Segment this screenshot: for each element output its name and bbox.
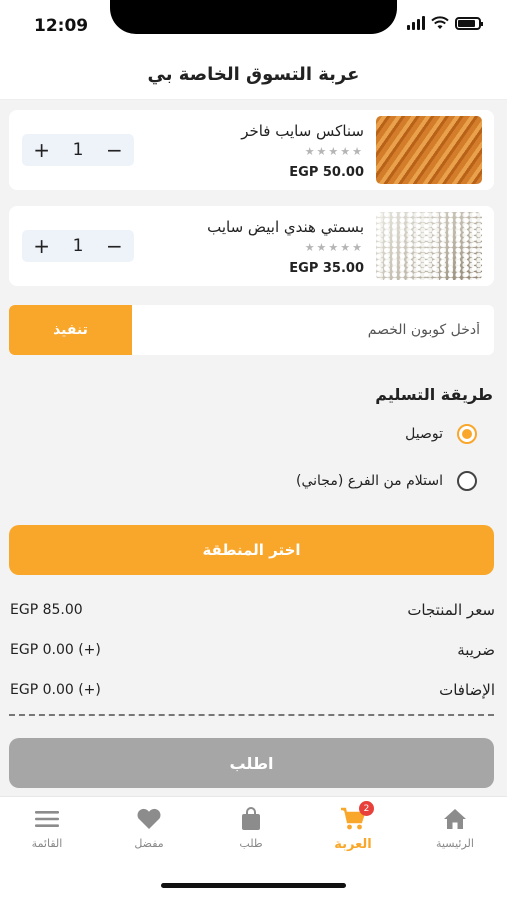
summary-row-extras: EGP 0.00 (+) الإضافات — [10, 679, 495, 701]
summary-label: سعر المنتجات — [407, 601, 495, 619]
minus-button[interactable]: − — [106, 138, 123, 162]
dashed-divider — [9, 714, 494, 716]
wifi-icon — [431, 16, 449, 29]
rating-stars: ★★★★★ — [304, 241, 364, 254]
product-price: EGP 35.00 — [289, 261, 364, 276]
menu-icon — [34, 807, 60, 831]
cart-item: بسمتي هندي ابيض سايب ★★★★★ EGP 35.00 + 1… — [9, 206, 494, 286]
tab-menu[interactable]: القائمة — [7, 807, 87, 857]
home-icon — [442, 807, 468, 831]
coupon-box: تنفيذ — [9, 305, 494, 355]
radio-button[interactable] — [457, 424, 477, 444]
coupon-input[interactable] — [132, 305, 494, 355]
delivery-option-pickup[interactable]: استلام من الفرع (مجاني) — [296, 471, 477, 491]
heart-icon — [136, 807, 162, 831]
product-name[interactable]: بسمتي هندي ابيض سايب — [207, 218, 364, 236]
page-header: عربة التسوق الخاصة بي — [0, 50, 507, 100]
product-image — [376, 212, 482, 280]
tab-home[interactable]: الرئيسية — [415, 807, 495, 857]
tab-favorites[interactable]: مفضل — [109, 807, 189, 857]
page-title: عربة التسوق الخاصة بي — [147, 64, 360, 85]
option-label: توصيل — [405, 426, 443, 442]
plus-button[interactable]: + — [33, 234, 50, 258]
product-name[interactable]: سناكس سايب فاخر — [241, 122, 364, 140]
tab-label: مفضل — [134, 837, 164, 850]
tab-label: العربة — [334, 837, 372, 852]
order-button[interactable]: اطلب — [9, 738, 494, 788]
choose-area-button[interactable]: اختر المنطقة — [9, 525, 494, 575]
summary-value: EGP 0.00 (+) — [10, 682, 101, 698]
option-label: استلام من الفرع (مجاني) — [296, 473, 443, 489]
summary-value: EGP 85.00 — [10, 602, 83, 618]
tab-cart[interactable]: 2 العربة — [313, 801, 393, 857]
tab-label: طلب — [239, 837, 263, 850]
home-indicator — [161, 883, 346, 888]
product-price: EGP 50.00 — [289, 165, 364, 180]
minus-button[interactable]: − — [106, 234, 123, 258]
rating-stars: ★★★★★ — [304, 145, 364, 158]
cart-count-badge: 2 — [359, 801, 374, 816]
plus-button[interactable]: + — [33, 138, 50, 162]
delivery-option-delivery[interactable]: توصيل — [405, 424, 477, 444]
summary-label: الإضافات — [439, 681, 495, 699]
quantity-stepper: + 1 − — [22, 134, 134, 166]
quantity-stepper: + 1 − — [22, 230, 134, 262]
summary-row-subtotal: EGP 85.00 سعر المنتجات — [10, 599, 495, 621]
summary-label: ضريبة — [457, 641, 495, 659]
notch — [110, 0, 397, 34]
summary-row-tax: EGP 0.00 (+) ضريبة — [10, 639, 495, 661]
apply-coupon-button[interactable]: تنفيذ — [9, 305, 132, 355]
cart-item: سناكس سايب فاخر ★★★★★ EGP 50.00 + 1 − — [9, 110, 494, 190]
delivery-method-title: طريقة التسليم — [375, 385, 493, 404]
radio-button[interactable] — [457, 471, 477, 491]
status-bar: 12:09 — [0, 0, 507, 50]
tab-label: الرئيسية — [436, 837, 474, 850]
tab-orders[interactable]: طلب — [211, 807, 291, 857]
system-icons — [407, 16, 483, 30]
bag-icon — [238, 807, 264, 831]
quantity-value: 1 — [72, 236, 84, 256]
signal-icon — [407, 16, 425, 30]
tab-label: القائمة — [31, 837, 63, 850]
product-image — [376, 116, 482, 184]
cart-icon: 2 — [340, 801, 374, 831]
summary-value: EGP 0.00 (+) — [10, 642, 101, 658]
battery-icon — [455, 16, 483, 30]
quantity-value: 1 — [72, 140, 84, 160]
status-time: 12:09 — [34, 16, 89, 36]
